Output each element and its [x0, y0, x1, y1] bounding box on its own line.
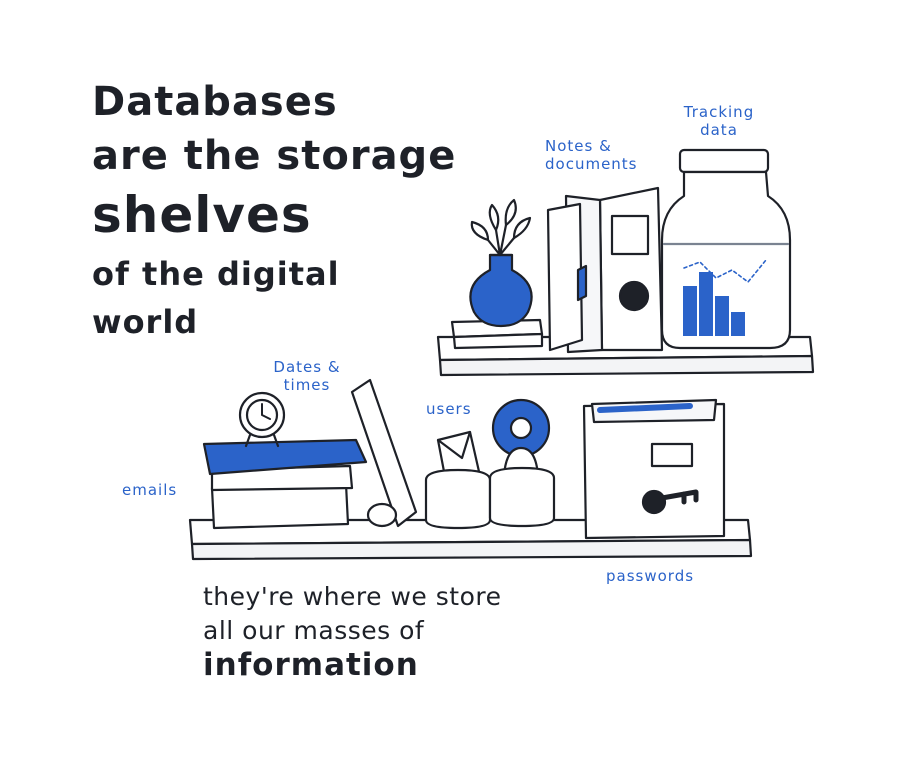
- label-tracking-data-line-2: data: [700, 121, 738, 139]
- label-users: users: [426, 400, 472, 418]
- footer-line-1: they're where we store: [203, 582, 502, 611]
- label-notes-line-1: Notes &: [545, 137, 612, 155]
- clock-icon: [238, 391, 286, 448]
- label-dates-times: Dates & times: [262, 358, 352, 394]
- label-dates-line-1: Dates &: [273, 358, 341, 376]
- label-notes-documents: Notes & documents: [545, 137, 638, 173]
- jar-chart-icon: [660, 148, 792, 350]
- plant-vase-icon: [450, 198, 544, 350]
- books-icon: [202, 438, 368, 530]
- page: { "title_lines": ["Databases", "are the …: [0, 0, 900, 765]
- title-line-3: shelves: [92, 186, 312, 244]
- label-tracking-data-line-1: Tracking: [683, 103, 755, 121]
- title-line-1: Databases: [92, 79, 338, 125]
- footer-line-2: all our masses of: [203, 616, 425, 645]
- title-line-5: world: [92, 303, 199, 341]
- binder-icon: [546, 186, 664, 354]
- envelope-cup-icon: [424, 430, 492, 530]
- label-dates-line-2: times: [283, 376, 331, 394]
- label-emails: emails: [122, 481, 178, 499]
- title-line-2: are the storage: [92, 133, 457, 179]
- label-passwords: passwords: [606, 567, 695, 585]
- filebox-key-icon: [582, 398, 726, 540]
- user-icon: [488, 398, 556, 528]
- label-tracking-data: Tracking data: [664, 103, 774, 139]
- label-notes-line-2: documents: [545, 155, 638, 173]
- title-line-4: of the digital: [92, 255, 340, 293]
- footer-line-3: information: [203, 647, 419, 683]
